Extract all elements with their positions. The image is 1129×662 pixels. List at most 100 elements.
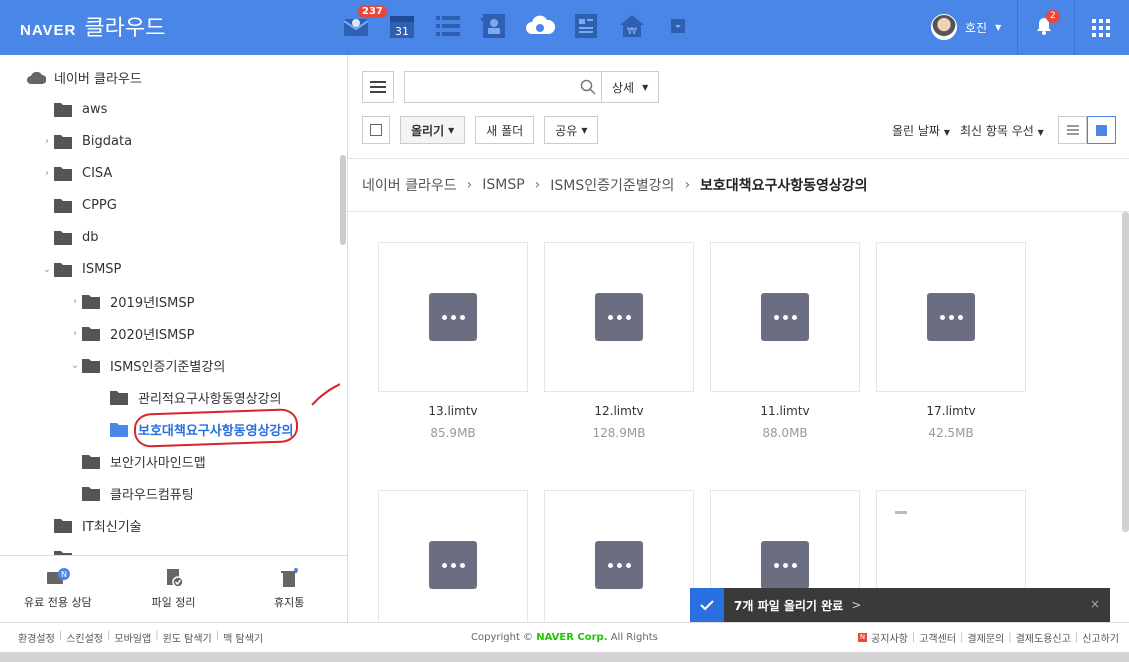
menu-button[interactable] bbox=[362, 71, 394, 103]
breadcrumb-item[interactable]: ISMSP bbox=[482, 177, 524, 193]
file-thumbnail[interactable] bbox=[876, 242, 1026, 392]
folder-item-ismsp[interactable]: ⌄ ISMSP bbox=[40, 259, 121, 279]
notification-button[interactable]: 2 bbox=[1034, 10, 1060, 40]
folder-icon bbox=[54, 518, 72, 533]
folder-item-2019ismsp[interactable]: › 2019년ISMSP bbox=[68, 291, 194, 311]
chevron-right-icon[interactable]: › bbox=[40, 168, 54, 179]
household-app-button[interactable]: ₩ bbox=[616, 10, 648, 42]
folder-item-security-mindmap[interactable]: 보안기사마인드맵 bbox=[68, 451, 206, 471]
mail-app-button[interactable]: 237 bbox=[340, 5, 387, 42]
footer-link[interactable]: 모바일앱 bbox=[114, 630, 151, 645]
chevron-right-icon[interactable]: › bbox=[40, 136, 54, 147]
folder-item-cisa[interactable]: › CISA bbox=[40, 163, 112, 183]
file-thumbnail[interactable] bbox=[544, 490, 694, 622]
chevron-right-icon[interactable]: › bbox=[68, 328, 82, 339]
all-services-button[interactable] bbox=[1092, 19, 1110, 41]
file-card[interactable]: 11.limtv 88.0MB bbox=[710, 242, 860, 440]
folder-icon bbox=[82, 486, 100, 501]
folder-item-2020ismsp[interactable]: › 2020년ISMSP bbox=[68, 323, 194, 343]
contacts-app-button[interactable] bbox=[478, 10, 510, 42]
footer-link[interactable]: 신고하기 bbox=[1082, 630, 1119, 645]
file-name[interactable]: 11.limtv bbox=[710, 404, 860, 418]
file-card[interactable]: 17.limtv 42.5MB bbox=[876, 242, 1026, 440]
file-card[interactable]: 13.limtv 85.9MB bbox=[378, 242, 528, 440]
chevron-right-icon[interactable]: › bbox=[68, 296, 82, 307]
file-card[interactable]: 12.limtv 128.9MB bbox=[544, 242, 694, 440]
sort-by-date-dropdown[interactable]: 올린 날짜 ▼ bbox=[892, 122, 950, 139]
file-card[interactable] bbox=[378, 490, 528, 622]
folder-item-db[interactable]: db bbox=[40, 227, 99, 247]
chevron-down-icon: ▼ bbox=[995, 22, 1002, 32]
trash-button[interactable]: 휴지통 bbox=[231, 556, 347, 622]
file-cleanup-label: 파일 정리 bbox=[151, 596, 196, 609]
file-card[interactable] bbox=[544, 490, 694, 622]
caret-down-icon: ▼ bbox=[642, 82, 649, 92]
footer-link[interactable]: 공지사항 bbox=[871, 630, 908, 645]
calendar-app-button[interactable]: 31 bbox=[386, 10, 418, 42]
list-icon bbox=[436, 16, 460, 36]
file-name[interactable]: 12.limtv bbox=[544, 404, 694, 418]
file-thumbnail[interactable] bbox=[544, 242, 694, 392]
folder-item-it-tech[interactable]: IT최신기술 bbox=[40, 515, 142, 535]
paid-consult-label: 유료 전용 상담 bbox=[23, 596, 92, 609]
detail-search-dropdown[interactable]: 상세 ▼ bbox=[601, 72, 658, 102]
footer-link[interactable]: 맥 탐색기 bbox=[223, 630, 263, 645]
file-name[interactable]: 13.limtv bbox=[378, 404, 528, 418]
sidebar-scrollbar[interactable] bbox=[340, 155, 346, 245]
folder-label: aws bbox=[82, 101, 108, 117]
new-folder-button[interactable]: 새 폴더 bbox=[475, 116, 535, 144]
folder-item-aws[interactable]: aws bbox=[40, 99, 107, 119]
list-view-button[interactable] bbox=[1058, 116, 1087, 144]
folder-item-cppg[interactable]: CPPG bbox=[40, 195, 117, 215]
folder-item-admin-lectures[interactable]: 관리적요구사항동영상강의 bbox=[96, 387, 282, 407]
footer-link[interactable]: 결제문의 bbox=[967, 630, 1004, 645]
breadcrumb-item[interactable]: ISMS인증기준별강의 bbox=[550, 175, 674, 195]
tree-root-item[interactable]: 네이버 클라우드 bbox=[26, 68, 142, 87]
paid-consult-button[interactable]: N 유료 전용 상담 bbox=[0, 556, 116, 622]
file-cleanup-button[interactable]: 파일 정리 bbox=[116, 556, 232, 622]
search-input[interactable] bbox=[405, 72, 575, 102]
file-thumbnail[interactable] bbox=[378, 490, 528, 622]
folder-icon bbox=[82, 294, 100, 309]
file-thumbnail[interactable] bbox=[710, 242, 860, 392]
footer-link[interactable]: 결제도용신고 bbox=[1016, 630, 1071, 645]
footer-link[interactable]: 스킨설정 bbox=[66, 630, 103, 645]
unknown-file-icon bbox=[429, 293, 477, 341]
window-horizontal-scrollbar[interactable] bbox=[0, 652, 1129, 662]
annotation-arrow-icon bbox=[311, 383, 340, 406]
footer-link[interactable]: 환경설정 bbox=[18, 630, 55, 645]
chevron-right-icon: › bbox=[684, 177, 691, 193]
folder-item-isms-lectures[interactable]: ⌄ ISMS인증기준별강의 bbox=[68, 355, 225, 375]
file-thumbnail[interactable] bbox=[378, 242, 528, 392]
office-app-button[interactable] bbox=[570, 10, 602, 42]
unknown-file-icon bbox=[595, 293, 643, 341]
brand-logo[interactable]: NAVER 클라우드 bbox=[20, 10, 165, 42]
close-icon[interactable]: × bbox=[1090, 597, 1100, 611]
user-menu[interactable]: 호진 ▼ bbox=[931, 14, 1001, 40]
breadcrumb-item[interactable]: 네이버 클라우드 bbox=[362, 175, 457, 195]
footer-link[interactable]: 고객센터 bbox=[919, 630, 956, 645]
file-name[interactable]: 17.limtv bbox=[876, 404, 1026, 418]
thumbnail-view-button[interactable] bbox=[1087, 116, 1116, 144]
chevron-right-icon[interactable]: > bbox=[851, 598, 861, 612]
footer-link[interactable]: 윈도 탐색기 bbox=[163, 630, 212, 645]
folder-icon bbox=[54, 166, 72, 181]
file-grid-scrollbar[interactable] bbox=[1122, 212, 1129, 532]
select-all-checkbox[interactable] bbox=[362, 116, 390, 144]
todo-app-button[interactable] bbox=[432, 10, 464, 42]
chevron-down-icon[interactable]: ⌄ bbox=[40, 264, 54, 275]
chevron-down-icon[interactable]: ⌄ bbox=[68, 360, 82, 371]
folder-item-partial[interactable] bbox=[40, 547, 82, 555]
share-button[interactable]: 공유 ▼ bbox=[544, 116, 599, 144]
cloud-app-button[interactable] bbox=[524, 10, 556, 42]
upload-button[interactable]: 올리기 ▼ bbox=[400, 116, 466, 144]
more-apps-button[interactable] bbox=[662, 10, 694, 42]
search-button[interactable] bbox=[575, 72, 601, 102]
folder-item-bigdata[interactable]: › Bigdata bbox=[40, 131, 132, 151]
file-check-icon bbox=[166, 569, 184, 588]
folder-item-cloud-computing[interactable]: 클라우드컴퓨팅 bbox=[68, 483, 194, 503]
upload-complete-toast[interactable]: 7개 파일 올리기 완료 > × bbox=[690, 588, 1110, 622]
sort-order-dropdown[interactable]: 최신 항목 우선 ▼ bbox=[960, 122, 1044, 139]
copyright-prefix: Copyright © bbox=[471, 632, 534, 643]
copyright-corp[interactable]: NAVER Corp. bbox=[536, 632, 607, 643]
